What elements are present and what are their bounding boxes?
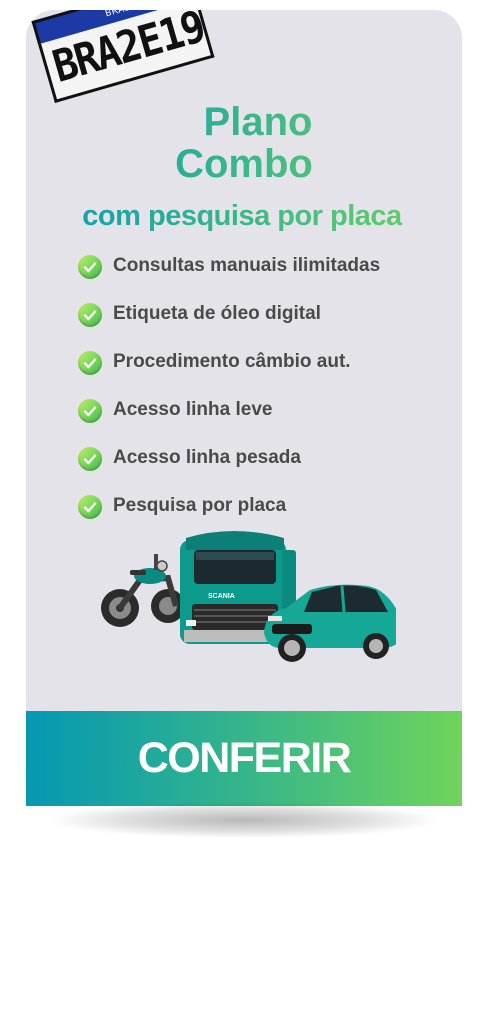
feature-item: Etiqueta de óleo digital — [78, 300, 380, 348]
feature-list: Consultas manuais ilimitadas Etiqueta de… — [78, 252, 380, 540]
feature-item: Procedimento câmbio aut. — [78, 348, 380, 396]
conferir-button-label: CONFERIR — [137, 734, 352, 782]
motorcycle-icon — [101, 554, 185, 627]
feature-label: Etiqueta de óleo digital — [113, 303, 321, 324]
feature-item: Acesso linha pesada — [78, 444, 380, 492]
feature-label: Procedimento câmbio aut. — [113, 351, 351, 372]
feature-label: Acesso linha leve — [113, 399, 273, 420]
check-icon — [78, 351, 102, 375]
plan-subtitle: com pesquisa por placa — [26, 202, 460, 231]
vehicles-illustration: SCANIA — [101, 531, 396, 662]
feature-label: Pesquisa por placa — [113, 495, 287, 516]
conferir-button[interactable]: CONFERIR — [26, 711, 462, 806]
truck-brand: SCANIA — [208, 593, 235, 600]
feature-label: Consultas manuais ilimitadas — [113, 255, 381, 276]
check-icon — [78, 495, 102, 519]
check-icon — [78, 399, 102, 423]
check-icon — [78, 447, 102, 471]
check-icon — [78, 255, 102, 279]
check-icon — [78, 303, 102, 327]
feature-label: Acesso linha pesada — [113, 447, 301, 468]
feature-item: Acesso linha leve — [78, 396, 380, 444]
button-shadow — [52, 802, 436, 838]
plan-title-line1: Plano — [40, 102, 462, 142]
feature-item: Consultas manuais ilimitadas — [78, 252, 380, 300]
plan-card: BRASIL BRA2E19 Plano Combo com pesquisa … — [26, 10, 462, 806]
plan-title-line2: Combo — [26, 144, 462, 184]
